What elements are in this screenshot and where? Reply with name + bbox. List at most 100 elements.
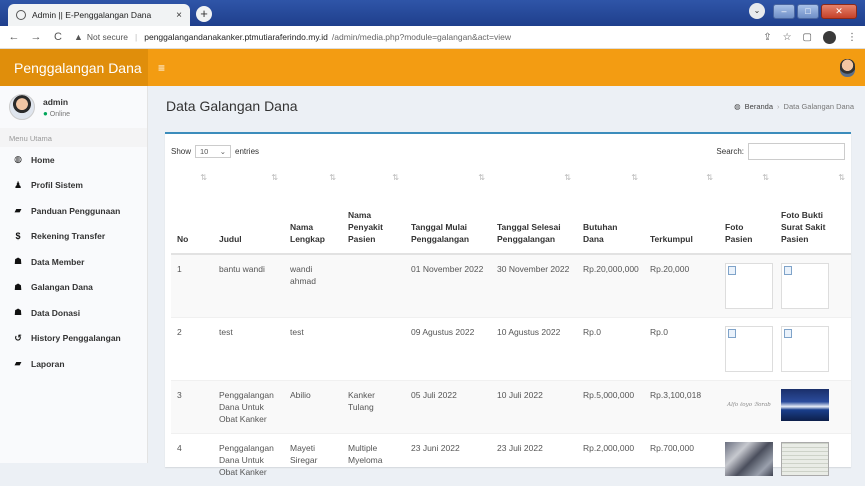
column-header[interactable]: ⇅No — [171, 166, 213, 254]
cell-foto-pasien — [719, 318, 775, 381]
column-header[interactable]: ⇅Judul — [213, 166, 284, 254]
patient-photo[interactable] — [725, 442, 773, 476]
cell-foto-pasien: Alfo ℓoyo ℬorab — [719, 381, 775, 434]
cell-terkumpul: Rp.700,000 — [644, 434, 719, 486]
cell-penyakit: Kanker Tulang — [342, 381, 405, 434]
share-icon[interactable]: ⇪ — [763, 32, 771, 43]
new-tab-button[interactable]: + — [196, 6, 212, 22]
column-header[interactable]: ⇅Nama Lengkap — [284, 166, 342, 254]
cell-mulai: 23 Juni 2022 — [405, 434, 491, 486]
cell-mulai: 09 Agustus 2022 — [405, 318, 491, 381]
window-controls: ⌄ – □ ✕ — [749, 3, 857, 19]
sidebar-item-data-member[interactable]: ☗Data Member — [0, 249, 147, 275]
user-panel: admin ● Online — [0, 86, 147, 128]
patient-photo[interactable] — [725, 263, 773, 309]
tab-close-button[interactable]: × — [176, 10, 182, 21]
column-header[interactable]: ⇅Terkumpul — [644, 166, 719, 254]
cell-nama: Mayeti Siregar — [284, 434, 342, 486]
sidebar-item-label: Panduan Penggunaan — [31, 206, 120, 216]
sort-icon: ⇅ — [631, 172, 638, 184]
patient-photo-signature-image[interactable]: Alfo ℓoyo ℬorab — [725, 389, 773, 421]
column-header-label: Judul — [219, 234, 242, 244]
medical-letter-photo[interactable] — [781, 263, 829, 309]
sidebar-item-profil-sistem[interactable]: ♟Profil Sistem — [0, 173, 147, 199]
table-row: 1 bantu wandi wandi ahmad 01 November 20… — [171, 254, 851, 318]
entries-label: entries — [235, 147, 259, 156]
minimize-button[interactable]: – — [773, 4, 795, 19]
table-row: 4 Penggalangan Dana Untuk Obat Kanker Ma… — [171, 434, 851, 486]
column-header[interactable]: ⇅ Tanggal Mulai Penggalangan — [405, 166, 491, 254]
reload-icon[interactable]: C — [52, 31, 64, 43]
column-header[interactable]: ⇅Foto Bukti Surat Sakit Pasien — [775, 166, 851, 254]
sidebar-item-rekening[interactable]: $ Rekening Transfer — [0, 224, 147, 250]
cell-butuhan: Rp.0 — [577, 318, 644, 381]
dollar-icon: $ — [13, 231, 23, 241]
column-header[interactable]: ⇅Tanggal Selesai Penggalangan — [491, 166, 577, 254]
sidebar-item-label: Rekening Transfer — [31, 231, 105, 241]
browser-tab[interactable]: Admin || E-Penggalangan Dana × — [8, 4, 190, 26]
patient-photo[interactable] — [725, 326, 773, 372]
breadcrumb-home[interactable]: Beranda — [745, 102, 773, 111]
back-arrow-icon[interactable]: ← — [8, 31, 20, 43]
address-bar-icons: ⇪ ☆ ▢ ⋮ — [763, 31, 857, 44]
cell-terkumpul: Rp.0 — [644, 318, 719, 381]
sort-icon: ⇅ — [200, 172, 207, 184]
show-label: Show — [171, 147, 191, 156]
maximize-button[interactable]: □ — [797, 4, 819, 19]
sidebar-item-panduan[interactable]: ▰ Panduan Penggunaan — [0, 198, 147, 224]
cell-judul: Penggalangan Dana Untuk Obat Kanker — [213, 381, 284, 434]
cell-nama: wandi ahmad — [284, 254, 342, 318]
url-field[interactable]: ▲ Not secure | penggalangandanakanker.pt… — [74, 32, 753, 42]
medical-letter-photo[interactable] — [781, 442, 829, 476]
cell-butuhan: Rp.20,000,000 — [577, 254, 644, 318]
sidebar-item-history[interactable]: ↺History Penggalangan — [0, 326, 147, 352]
cell-no: 4 — [171, 434, 213, 486]
breadcrumb-separator: › — [777, 102, 780, 111]
sort-icon: ⇅ — [392, 172, 399, 184]
content-header: Data Galangan Dana ◍ Beranda › Data Gala… — [148, 86, 865, 126]
book-icon: ▰ — [13, 358, 23, 369]
app-logo[interactable]: Penggalangan Dana — [0, 49, 148, 86]
sidebar-item-label: Home — [31, 155, 55, 165]
chevron-down-icon: ⌄ — [220, 147, 226, 156]
kebab-menu-icon[interactable]: ⋮ — [847, 32, 857, 43]
medical-letter-photo[interactable] — [781, 389, 829, 421]
datatable-controls: Show 10⌄ entries Search: — [165, 134, 851, 160]
search-input[interactable] — [748, 143, 845, 160]
cell-selesai: 10 Juli 2022 — [491, 381, 577, 434]
cell-mulai: 01 November 2022 — [405, 254, 491, 318]
search-control: Search: — [716, 143, 845, 160]
tab-title: Admin || E-Penggalangan Dana — [32, 10, 170, 20]
column-header[interactable]: ⇅Foto Pasien — [719, 166, 775, 254]
sidebar-item-galangan-dana[interactable]: ☗Galangan Dana — [0, 275, 147, 301]
sidebar-item-data-donasi[interactable]: ☗Data Donasi — [0, 300, 147, 326]
sidebar-item-label: Laporan — [31, 359, 65, 369]
sidepanel-icon[interactable]: ▢ — [803, 32, 812, 43]
window-close-button[interactable]: ✕ — [821, 4, 857, 19]
broken-image-icon — [784, 329, 792, 338]
cell-selesai: 23 Juli 2022 — [491, 434, 577, 486]
cell-butuhan: Rp.5,000,000 — [577, 381, 644, 434]
cell-foto-pasien — [719, 254, 775, 318]
sidebar-item-laporan[interactable]: ▰ Laporan — [0, 351, 147, 377]
user-name: admin — [43, 97, 70, 107]
menu-header: Menu Utama — [0, 128, 147, 147]
tab-search-chevron-icon[interactable]: ⌄ — [749, 3, 765, 19]
entries-select[interactable]: 10⌄ — [195, 145, 231, 158]
profile-avatar-icon[interactable] — [823, 31, 836, 44]
star-icon[interactable]: ☆ — [783, 32, 792, 43]
sidebar-item-home[interactable]: ◍Home — [0, 147, 147, 173]
column-header[interactable]: ⇅ Nama Penyakit Pasien — [342, 166, 405, 254]
breadcrumb: ◍ Beranda › Data Galangan Dana — [734, 102, 854, 111]
forward-arrow-icon[interactable]: → — [30, 31, 42, 43]
cell-foto-pasien — [719, 434, 775, 486]
column-header-label: Nama Penyakit Pasien — [348, 210, 383, 244]
sort-icon: ⇅ — [478, 172, 485, 184]
medical-letter-photo[interactable] — [781, 326, 829, 372]
menu-toggle-icon[interactable]: ≡ — [158, 61, 165, 75]
column-header-label: Tanggal Mulai Penggalangan — [411, 222, 469, 244]
column-header[interactable]: ⇅Butuhan Dana — [577, 166, 644, 254]
cell-no: 3 — [171, 381, 213, 434]
user-avatar-nav[interactable] — [840, 59, 855, 77]
book-icon: ▰ — [13, 205, 23, 216]
